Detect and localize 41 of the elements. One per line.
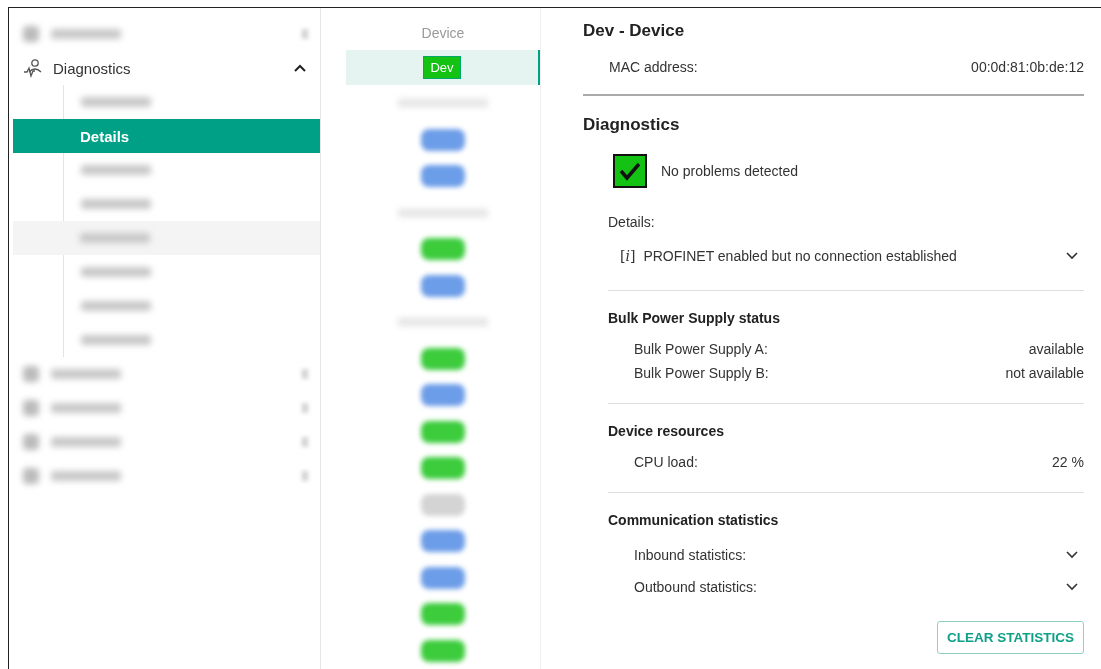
status-text: No problems detected xyxy=(661,163,798,179)
device-badge[interactable] xyxy=(421,493,465,516)
section-title: Communication statistics xyxy=(608,512,780,529)
field-label: Bulk Power Supply B: xyxy=(634,364,769,382)
field-label: Bulk Power Supply A: xyxy=(634,340,768,358)
message-text: PROFINET enabled but no connection established xyxy=(643,248,958,264)
field-value: 00:0d:81:0b:de:12 xyxy=(971,59,1084,76)
device-badge[interactable] xyxy=(421,603,465,626)
field-label: MAC address: xyxy=(609,59,698,76)
field-value: available xyxy=(1028,340,1084,358)
section-title: Bulk Power Supply status xyxy=(608,310,781,327)
field-value: not available xyxy=(1005,364,1084,382)
chevron-icon xyxy=(1066,583,1078,591)
device-badge: Dev xyxy=(423,56,461,79)
device-badge[interactable] xyxy=(421,420,465,443)
column-header: Device xyxy=(420,24,466,42)
field-label: Details: xyxy=(608,214,656,231)
diagnostics-icon xyxy=(23,58,43,78)
device-badge[interactable] xyxy=(421,566,465,589)
device-badge[interactable] xyxy=(421,457,465,480)
device-badge[interactable] xyxy=(421,128,465,151)
device-badge[interactable] xyxy=(421,274,465,297)
section-title: Diagnostics xyxy=(583,114,681,136)
device-badge[interactable] xyxy=(421,384,465,407)
field-label: CPU load: xyxy=(634,453,698,471)
device-badge[interactable] xyxy=(421,530,465,553)
device-title: Dev - Device xyxy=(583,20,686,42)
section-title: Device resources xyxy=(608,423,725,440)
message-row[interactable]: [i] PROFINET enabled but no connection established xyxy=(608,231,1084,265)
chevron-icon xyxy=(1066,252,1078,260)
device-badge[interactable] xyxy=(421,639,465,662)
expander-row[interactable]: Outbound statistics: xyxy=(608,571,1084,603)
chevron-icon xyxy=(1066,551,1078,559)
sidebar-item[interactable]: Diagnostics xyxy=(13,51,320,85)
expander-row[interactable]: Inbound statistics: xyxy=(608,539,1084,571)
info-icon: [i] xyxy=(620,248,636,264)
field-value: 22 % xyxy=(1052,453,1084,471)
sidebar-subitem[interactable] xyxy=(13,221,320,255)
device-badge[interactable] xyxy=(421,165,465,188)
device-badge[interactable] xyxy=(421,238,465,261)
device-badge[interactable] xyxy=(421,347,465,370)
